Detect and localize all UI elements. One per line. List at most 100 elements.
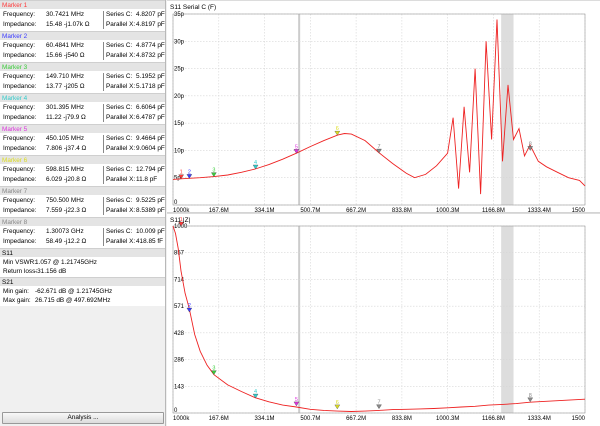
marker-5-details: Frequency: 450.105 MHz Impedance: 7.806 -j… (0, 133, 165, 155)
marker-4-title[interactable]: Marker 4 (0, 93, 165, 102)
marker-6-title[interactable]: Marker 6 (0, 155, 165, 164)
series-c-label: Series C: (106, 228, 133, 235)
x-tick-label: 167.6M (209, 416, 229, 422)
y-tick-label: 30p (174, 39, 185, 45)
chart-1[interactable]: S11 Serial C (F)1000k 167.6M 334.1M 500.7M 6… (167, 0, 600, 214)
marker-1-label: 1 (180, 217, 183, 223)
marker-1-title[interactable]: Marker 1 (0, 0, 165, 9)
y-tick-label: 143 (174, 384, 185, 390)
x-tick-label: 1500 (572, 416, 586, 422)
series-c-label: Series C: (106, 197, 133, 204)
marker-1-details: Frequency: 30.7421 MHz Impedance: 15.48 -j… (0, 9, 165, 31)
divider (103, 166, 104, 184)
s11_section-row-2: Return loss:-31.156 dB (3, 267, 162, 276)
series-c-label: Series C: (106, 166, 133, 173)
divider (103, 42, 104, 60)
marker-5-impedance-row: Impedance: 7.806 -j37.4 Ω (3, 144, 101, 153)
marker-1-label: 1 (180, 170, 183, 176)
marker-4-title-text: Marker 4 (2, 95, 28, 102)
marker-4-label: 4 (254, 160, 257, 166)
marker-4-impedance-row: Impedance: 11.22 -j79.9 Ω (3, 113, 101, 122)
marker-4-series-c-row: Series C: 6.6064 pF (106, 103, 165, 112)
parallel-x-label: Parallel X: (106, 114, 136, 121)
x-tick-label: 334.1M (255, 416, 275, 422)
marker-8-title-text: Marker 8 (2, 219, 28, 226)
impedance-value: 58.49 -j12.2 Ω (46, 238, 87, 245)
marker-3-series-c-row: Series C: 5.1952 pF (106, 72, 165, 81)
series-c-value: 4.8207 pF (136, 11, 165, 18)
frequency-label: Frequency: (3, 42, 35, 49)
marker-5-frequency-row: Frequency: 450.105 MHz (3, 134, 101, 143)
frequency-value: 60.4841 MHz (46, 42, 85, 49)
x-tick-label: 667.2M (346, 416, 366, 422)
frequency-label: Frequency: (3, 73, 35, 80)
frequency-value: 30.7421 MHz (46, 11, 85, 18)
series-c-value: 12.794 pF (136, 166, 165, 173)
marker-3-title-text: Marker 3 (2, 64, 28, 71)
marker-2-parallel-x-row: Parallel X:4.8732 pF (106, 51, 165, 60)
marker-3-label: 3 (212, 366, 215, 372)
impedance-value: 13.77 -j205 Ω (46, 83, 85, 90)
marker-3-label: 3 (212, 168, 215, 174)
s11_section-title: S11 (0, 248, 165, 257)
frequency-label: Frequency: (3, 166, 35, 173)
divider (103, 11, 104, 29)
marker-8-parallel-x-row: Parallel X:418.85 fF (106, 237, 163, 246)
marker-7-title[interactable]: Marker 7 (0, 186, 165, 195)
y-tick-label: 571 (174, 304, 185, 310)
marker-2-impedance-row: Impedance: 15.66 -j540 Ω (3, 51, 101, 60)
chart-2[interactable]: S11 |Z|1000k 167.6M 334.1M 500.7M 667.2M 833.… (167, 212, 600, 426)
analysis-button[interactable]: Analysis ... (2, 412, 164, 424)
marker-1-title-text: Marker 1 (2, 2, 28, 9)
x-tick-label: 1000.3M (436, 416, 459, 422)
impedance-label: Impedance: (3, 52, 37, 59)
impedance-value: 15.66 -j540 Ω (46, 52, 85, 59)
impedance-label: Impedance: (3, 145, 37, 152)
chart-2-background (167, 213, 600, 426)
impedance-label: Impedance: (3, 21, 37, 28)
series-c-label: Series C: (106, 104, 133, 111)
impedance-label: Impedance: (3, 207, 37, 214)
marker-5-label: 5 (295, 144, 298, 150)
series-c-value: 10.009 pF (136, 228, 165, 235)
parallel-x-value: 9.0604 pF (136, 145, 165, 152)
marker-8-title[interactable]: Marker 8 (0, 217, 165, 226)
impedance-value: 7.806 -j37.4 Ω (46, 145, 87, 152)
s21_section-row-1-label: Min gain: (3, 288, 29, 295)
parallel-x-label: Parallel X: (106, 145, 136, 152)
s21_section-body: Min gain: -62.671 dB @ 1.21745GHz Max gai… (0, 286, 165, 306)
parallel-x-value: 4.8197 pF (136, 21, 165, 28)
frequency-value: 598.815 MHz (46, 166, 85, 173)
s21_section-row-2-value: 26.715 dB @ 497.692MHz (35, 297, 111, 304)
chart-1-shaded-band (501, 14, 514, 205)
x-tick-label: 500.7M (300, 416, 320, 422)
marker-1-frequency-row: Frequency: 30.7421 MHz (3, 10, 101, 19)
series-c-value: 9.5225 pF (136, 197, 165, 204)
marker-7-label: 7 (377, 144, 380, 150)
impedance-value: 6.029 -j20.8 Ω (46, 176, 87, 183)
parallel-x-value: 11.8 pF (136, 176, 158, 183)
divider (103, 104, 104, 122)
marker-5-title[interactable]: Marker 5 (0, 124, 165, 133)
series-c-label: Series C: (106, 135, 133, 142)
x-tick-label: 833.8M (392, 416, 412, 422)
s11_section-row-2-value: -31.156 dB (35, 268, 67, 275)
parallel-x-label: Parallel X: (106, 238, 136, 245)
marker-7-impedance-row: Impedance: 7.559 -j22.3 Ω (3, 206, 101, 215)
marker-3-title[interactable]: Marker 3 (0, 62, 165, 71)
s21_section-title: S21 (0, 277, 165, 286)
marker-4-details: Frequency: 301.395 MHz Impedance: 11.22 -j… (0, 102, 165, 124)
y-tick-label: 286 (174, 358, 185, 364)
y-tick-label: 15p (174, 121, 185, 127)
marker-7-title-text: Marker 7 (2, 188, 28, 195)
impedance-label: Impedance: (3, 176, 37, 183)
marker-6-frequency-row: Frequency: 598.815 MHz (3, 165, 101, 174)
marker-2-title[interactable]: Marker 2 (0, 31, 165, 40)
x-tick-label: 1333.4M (528, 416, 551, 422)
marker-8-series-c-row: Series C: 10.009 pF (106, 227, 165, 236)
impedance-label: Impedance: (3, 238, 37, 245)
y-tick-label: 20p (174, 94, 185, 100)
divider (103, 135, 104, 153)
marker-4-parallel-x-row: Parallel X:6.4787 pF (106, 113, 165, 122)
marker-2-title-text: Marker 2 (2, 33, 28, 40)
